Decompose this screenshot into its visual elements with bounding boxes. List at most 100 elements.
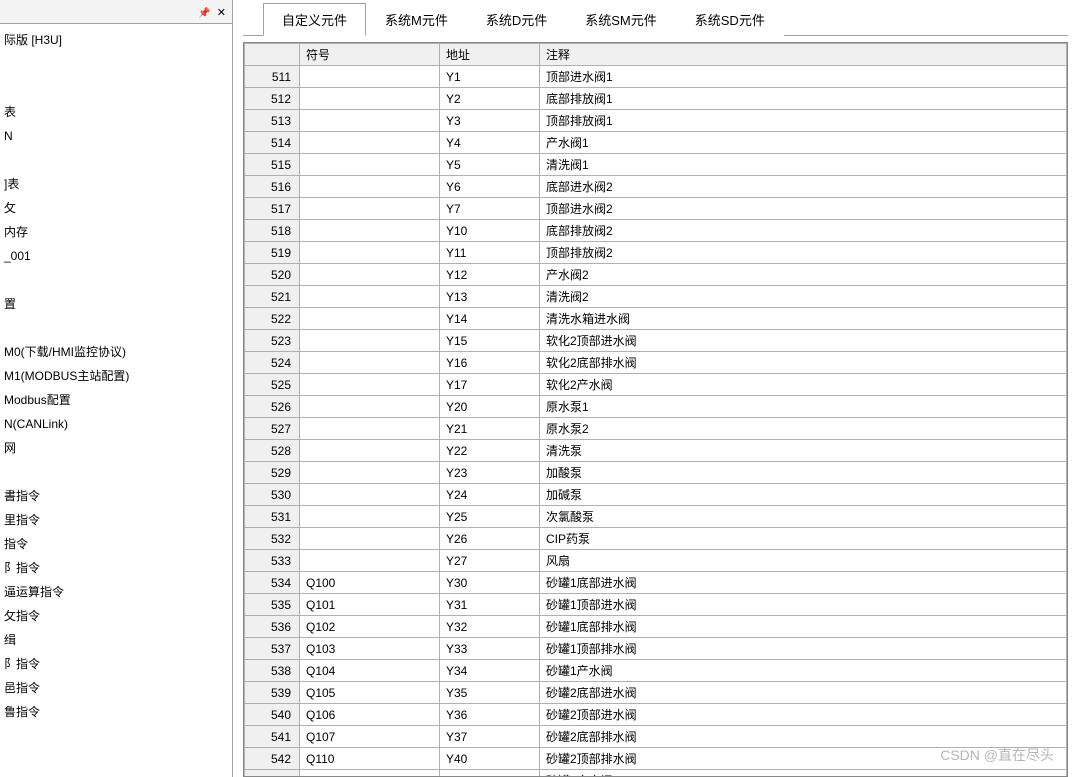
cell-comment[interactable]: 次氯酸泵 <box>540 506 1067 528</box>
cell-symbol[interactable] <box>300 374 440 396</box>
tree-item[interactable]: 表 <box>0 100 232 124</box>
cell-comment[interactable]: 清洗阀1 <box>540 154 1067 176</box>
table-row[interactable]: 533Y27风扇 <box>245 550 1067 572</box>
tree-item[interactable]: 指令 <box>0 532 232 556</box>
tree-item[interactable] <box>0 268 232 292</box>
tree-item[interactable]: 内存 <box>0 220 232 244</box>
cell-rownum[interactable]: 518 <box>245 220 300 242</box>
cell-comment[interactable]: 底部排放阀1 <box>540 88 1067 110</box>
cell-rownum[interactable]: 516 <box>245 176 300 198</box>
cell-address[interactable]: Y40 <box>440 748 540 770</box>
cell-address[interactable]: Y1 <box>440 66 540 88</box>
cell-address[interactable]: Y4 <box>440 132 540 154</box>
cell-address[interactable]: Y32 <box>440 616 540 638</box>
cell-symbol[interactable] <box>300 418 440 440</box>
cell-symbol[interactable] <box>300 176 440 198</box>
cell-comment[interactable]: 砂罐2顶部排水阀 <box>540 748 1067 770</box>
tree-item[interactable]: N <box>0 124 232 148</box>
cell-rownum[interactable]: 526 <box>245 396 300 418</box>
cell-rownum[interactable]: 533 <box>245 550 300 572</box>
cell-symbol[interactable] <box>300 198 440 220</box>
table-row[interactable]: 515Y5清洗阀1 <box>245 154 1067 176</box>
cell-address[interactable]: Y23 <box>440 462 540 484</box>
tree-item[interactable] <box>0 148 232 172</box>
cell-comment[interactable]: 原水泵1 <box>540 396 1067 418</box>
cell-comment[interactable]: 底部进水阀2 <box>540 176 1067 198</box>
cell-address[interactable]: Y15 <box>440 330 540 352</box>
tree-item[interactable]: ]表 <box>0 172 232 196</box>
tree-item[interactable]: N(CANLink) <box>0 412 232 436</box>
cell-comment[interactable]: 软化2产水阀 <box>540 374 1067 396</box>
cell-symbol[interactable]: Q103 <box>300 638 440 660</box>
cell-address[interactable]: Y26 <box>440 528 540 550</box>
cell-address[interactable]: Y7 <box>440 198 540 220</box>
cell-rownum[interactable]: 513 <box>245 110 300 132</box>
cell-address[interactable]: Y17 <box>440 374 540 396</box>
tree-item[interactable]: 阝指令 <box>0 556 232 580</box>
table-row[interactable]: 538Q104Y34砂罐1产水阀 <box>245 660 1067 682</box>
cell-comment[interactable]: 清洗水箱进水阀 <box>540 308 1067 330</box>
cell-comment[interactable]: 清洗泵 <box>540 440 1067 462</box>
cell-symbol[interactable]: Q111 <box>300 770 440 777</box>
tree-item[interactable]: 鲁指令 <box>0 700 232 724</box>
cell-address[interactable]: Y13 <box>440 286 540 308</box>
cell-address[interactable]: Y35 <box>440 682 540 704</box>
cell-symbol[interactable] <box>300 440 440 462</box>
cell-comment[interactable]: CIP药泵 <box>540 528 1067 550</box>
table-row[interactable]: 511Y1顶部进水阀1 <box>245 66 1067 88</box>
cell-symbol[interactable]: Q101 <box>300 594 440 616</box>
tree-item[interactable] <box>0 76 232 100</box>
cell-address[interactable]: Y5 <box>440 154 540 176</box>
cell-address[interactable]: Y2 <box>440 88 540 110</box>
cell-address[interactable]: Y12 <box>440 264 540 286</box>
cell-symbol[interactable] <box>300 330 440 352</box>
table-row[interactable]: 522Y14清洗水箱进水阀 <box>245 308 1067 330</box>
table-row[interactable]: 535Q101Y31砂罐1顶部进水阀 <box>245 594 1067 616</box>
table-row[interactable]: 512 Y2底部排放阀1 <box>245 88 1067 110</box>
cell-rownum[interactable]: 527 <box>245 418 300 440</box>
cell-comment[interactable]: 砂罐2顶部进水阀 <box>540 704 1067 726</box>
cell-symbol[interactable] <box>300 88 440 110</box>
tree-item[interactable]: M1(MODBUS主站配置) <box>0 364 232 388</box>
cell-rownum[interactable]: 538 <box>245 660 300 682</box>
header-rownum[interactable] <box>245 44 300 66</box>
cell-symbol[interactable]: Q102 <box>300 616 440 638</box>
table-row[interactable]: 543Q111Y41砂罐2产水阀 <box>245 770 1067 777</box>
cell-address[interactable]: Y24 <box>440 484 540 506</box>
cell-symbol[interactable] <box>300 264 440 286</box>
cell-rownum[interactable]: 542 <box>245 748 300 770</box>
cell-rownum[interactable]: 528 <box>245 440 300 462</box>
close-icon[interactable] <box>217 5 226 19</box>
header-symbol[interactable]: 符号 <box>300 44 440 66</box>
cell-rownum[interactable]: 534 <box>245 572 300 594</box>
cell-comment[interactable]: 软化2底部排水阀 <box>540 352 1067 374</box>
tree-item[interactable] <box>0 316 232 340</box>
cell-address[interactable]: Y33 <box>440 638 540 660</box>
cell-comment[interactable]: 顶部进水阀2 <box>540 198 1067 220</box>
cell-comment[interactable]: 砂罐2底部排水阀 <box>540 726 1067 748</box>
cell-comment[interactable]: 原水泵2 <box>540 418 1067 440</box>
data-grid[interactable]: 符号 地址 注释 511Y1顶部进水阀1512Y2底部排放阀1513Y3顶部排放… <box>244 43 1067 777</box>
cell-rownum[interactable]: 539 <box>245 682 300 704</box>
cell-rownum[interactable]: 532 <box>245 528 300 550</box>
cell-rownum[interactable]: 536 <box>245 616 300 638</box>
cell-rownum[interactable]: 529 <box>245 462 300 484</box>
header-address[interactable]: 地址 <box>440 44 540 66</box>
cell-address[interactable]: Y34 <box>440 660 540 682</box>
cell-comment[interactable]: 加酸泵 <box>540 462 1067 484</box>
tab-2[interactable]: 系统D元件 <box>467 3 566 36</box>
cell-address[interactable]: Y6 <box>440 176 540 198</box>
tab-3[interactable]: 系统SM元件 <box>566 3 676 36</box>
tree-item[interactable]: Modbus配置 <box>0 388 232 412</box>
table-row[interactable]: 540Q106Y36砂罐2顶部进水阀 <box>245 704 1067 726</box>
table-row[interactable]: 525Y17软化2产水阀 <box>245 374 1067 396</box>
cell-comment[interactable]: 产水阀1 <box>540 132 1067 154</box>
cell-comment[interactable]: 风扇 <box>540 550 1067 572</box>
cell-rownum[interactable]: 537 <box>245 638 300 660</box>
cell-address[interactable]: Y16 <box>440 352 540 374</box>
cell-symbol[interactable] <box>300 308 440 330</box>
table-row[interactable]: 528Y22清洗泵 <box>245 440 1067 462</box>
cell-rownum[interactable]: 512 <box>245 88 300 110</box>
table-row[interactable]: 530Y24加碱泵 <box>245 484 1067 506</box>
tree-item[interactable]: 置 <box>0 292 232 316</box>
